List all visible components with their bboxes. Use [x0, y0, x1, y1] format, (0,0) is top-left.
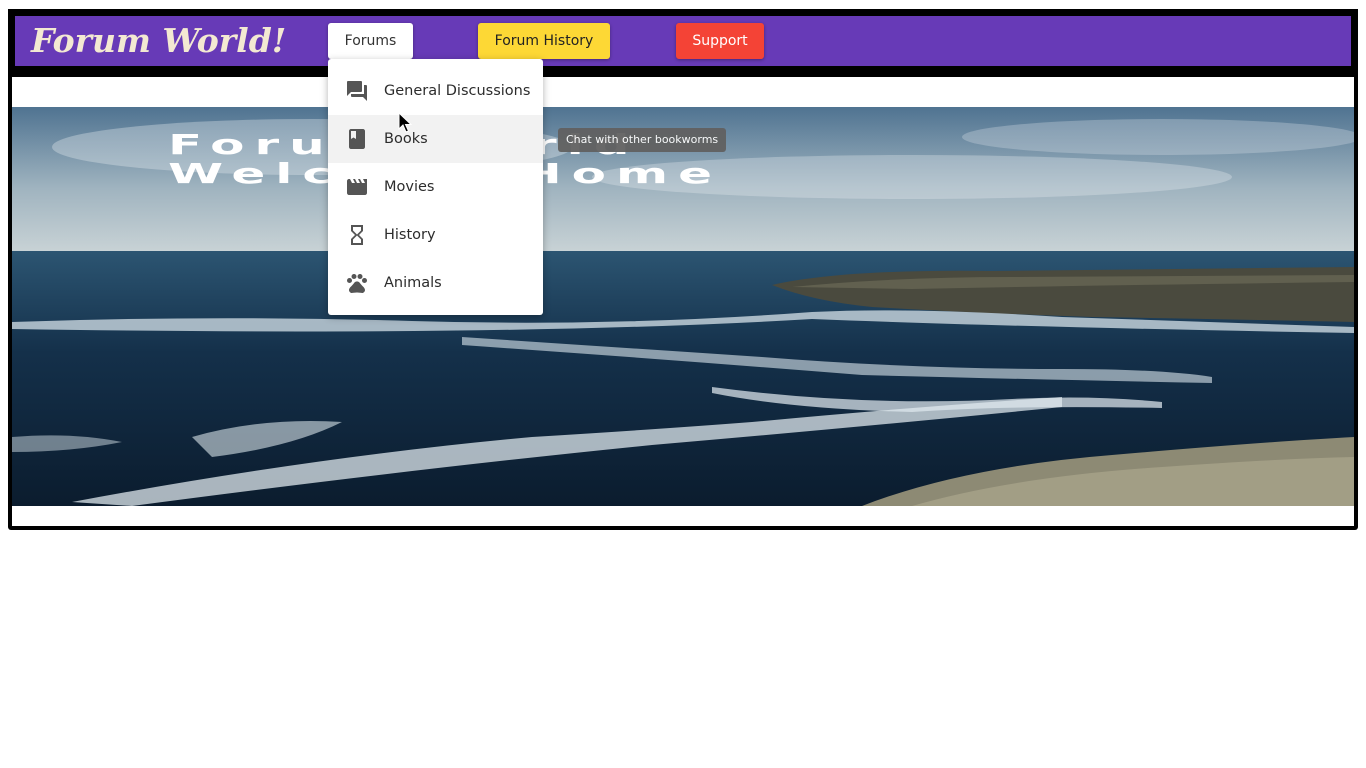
- menu-item-books[interactable]: Books: [328, 115, 543, 163]
- forums-dropdown-menu: General Discussions Books Movies History…: [328, 59, 543, 315]
- forum-icon: [347, 81, 367, 101]
- book-icon: [349, 129, 365, 149]
- menu-item-label: General Discussions: [384, 83, 531, 99]
- menu-item-label: Animals: [384, 275, 442, 291]
- forum-history-button[interactable]: Forum History: [478, 23, 610, 59]
- menu-item-general-discussions[interactable]: General Discussions: [328, 67, 543, 115]
- support-button[interactable]: Support: [676, 23, 764, 59]
- menu-item-movies[interactable]: Movies: [328, 163, 543, 211]
- menu-item-animals[interactable]: Animals: [328, 259, 543, 307]
- site-title: Forum World!: [31, 21, 287, 60]
- mouse-cursor-icon: [398, 112, 412, 133]
- menu-item-label: Movies: [384, 179, 435, 195]
- menu-item-history[interactable]: History: [328, 211, 543, 259]
- books-tooltip: Chat with other bookworms: [558, 128, 727, 152]
- forums-button[interactable]: Forums: [328, 23, 413, 59]
- hourglass-icon: [351, 225, 363, 245]
- menu-item-label: History: [384, 227, 436, 243]
- movie-icon: [347, 179, 367, 195]
- paw-icon: [347, 274, 367, 294]
